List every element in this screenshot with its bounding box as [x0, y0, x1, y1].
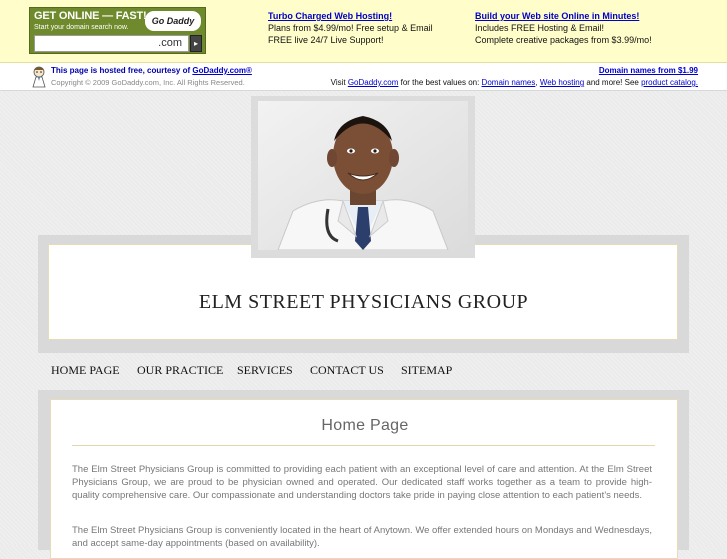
promo-hosting: Turbo Charged Web Hosting! Plans from $4… [268, 10, 433, 46]
tld-select[interactable]: .com [158, 37, 182, 49]
promo-hosting-line2: FREE live 24/7 Live Support! [268, 35, 384, 45]
godaddy-banner: GET ONLINE — FAST! Start your domain sea… [0, 0, 727, 63]
doctor-photo-frame [251, 96, 475, 258]
domain-names-text-link[interactable]: Domain names [482, 78, 536, 87]
content-panel: Home Page The Elm Street Physicians Grou… [50, 399, 678, 559]
nav-our-practice[interactable]: OUR PRACTICE [137, 363, 223, 378]
search-headline: GET ONLINE — FAST! [34, 10, 147, 22]
content-area: Home Page The Elm Street Physicians Grou… [38, 390, 689, 559]
domain-names-link[interactable]: Domain names from $1.99 [599, 66, 698, 75]
site-title: ELM STREET PHYSICIANS GROUP [198, 291, 529, 313]
heading-divider [72, 445, 655, 446]
domain-search-input[interactable]: .com [34, 35, 189, 52]
visit-mid2: and more! See [584, 78, 642, 87]
location-paragraph: The Elm Street Physicians Group is conve… [72, 525, 652, 549]
visit-mid: for the best values on: [398, 78, 482, 87]
promo-builder-link[interactable]: Build your Web site Online in Minutes! [475, 11, 639, 21]
promo-website-builder: Build your Web site Online in Minutes! I… [475, 10, 652, 46]
visit-godaddy-line: Visit GoDaddy.com for the best values on… [331, 78, 698, 87]
nav-services[interactable]: SERVICES [237, 363, 293, 378]
visit-prefix: Visit [330, 78, 348, 87]
promo-builder-line2: Complete creative packages from $3.99/mo… [475, 35, 652, 45]
nav-sitemap[interactable]: SITEMAP [401, 363, 452, 378]
web-hosting-link[interactable]: Web hosting [540, 78, 584, 87]
visit-godaddy-link[interactable]: GoDaddy.com [348, 78, 399, 87]
copyright-text: Copyright © 2009 GoDaddy.com, Inc. All R… [51, 78, 245, 87]
product-catalog-link[interactable]: product catalog. [641, 78, 698, 87]
page-title: Home Page [321, 417, 409, 434]
arrow-right-icon: ▸ [193, 39, 198, 48]
intro-paragraph: The Elm Street Physicians Group is commi… [72, 464, 652, 501]
nav-contact-us[interactable]: CONTACT US [310, 363, 384, 378]
hosted-notice: This page is hosted free, courtesy of Go… [51, 66, 252, 75]
hosted-prefix: This page is hosted free, courtesy of [51, 66, 193, 75]
godaddy-home-link[interactable]: GoDaddy.com® [192, 66, 252, 75]
search-subtext: Start your domain search now. [34, 24, 129, 31]
doctor-photo [258, 101, 468, 250]
godaddy-mascot-icon [32, 66, 46, 88]
search-go-button[interactable]: ▸ [190, 35, 202, 52]
godaddy-logo[interactable]: Go Daddy [145, 11, 201, 31]
hosted-by-strip: This page is hosted free, courtesy of Go… [0, 63, 727, 91]
promo-builder-line1: Includes FREE Hosting & Email! [475, 23, 605, 33]
nav-home-page[interactable]: HOME PAGE [51, 363, 120, 378]
promo-hosting-link[interactable]: Turbo Charged Web Hosting! [268, 11, 392, 21]
promo-hosting-line1: Plans from $4.99/mo! Free setup & Email [268, 23, 433, 33]
domain-search-box: GET ONLINE — FAST! Start your domain sea… [29, 7, 206, 54]
